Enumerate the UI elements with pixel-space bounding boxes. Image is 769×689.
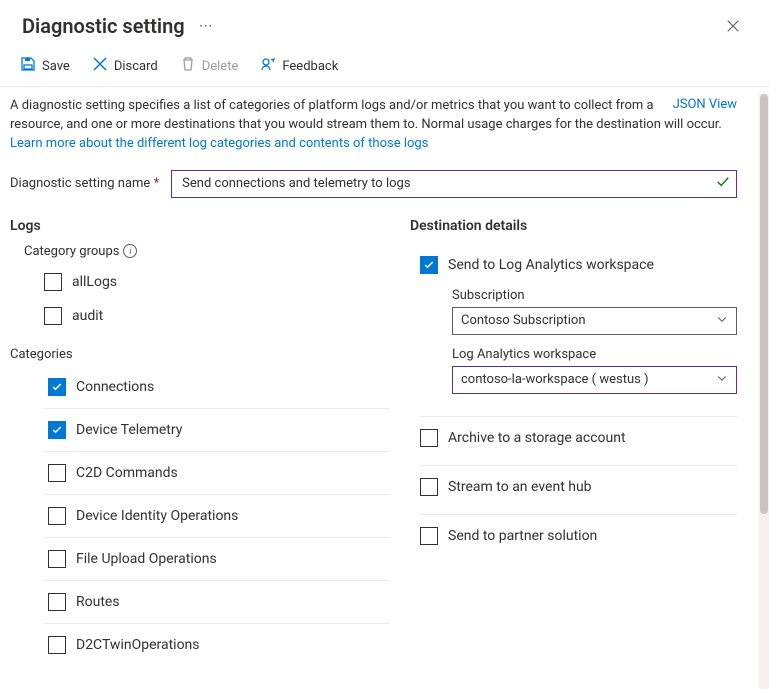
checkbox[interactable] — [48, 636, 66, 654]
scrollbar-thumb[interactable] — [760, 94, 768, 514]
discard-label: Discard — [114, 59, 158, 74]
cat-label: D2CTwinOperations — [76, 637, 200, 653]
category-groups-list: allLogs audit — [44, 265, 390, 333]
cat-file-upload-ops[interactable]: File Upload Operations — [44, 538, 390, 581]
checkbox[interactable] — [48, 464, 66, 482]
toggle-partner[interactable]: Send to partner solution — [420, 519, 737, 553]
subscription-label: Subscription — [452, 288, 737, 303]
setting-name-input-wrap[interactable] — [171, 170, 737, 198]
description-text: A diagnostic setting specifies a list of… — [10, 98, 722, 132]
dest-log-analytics: Send to Log Analytics workspace Subscrip… — [420, 244, 737, 417]
checkbox[interactable] — [48, 421, 66, 439]
save-label: Save — [42, 59, 70, 74]
save-icon — [20, 56, 36, 76]
chevron-down-icon — [716, 372, 728, 388]
checkbox[interactable] — [420, 527, 438, 545]
subscription-select[interactable]: Contoso Subscription — [452, 307, 737, 335]
cat-label: Device Telemetry — [76, 422, 182, 438]
description: A diagnostic setting specifies a list of… — [10, 97, 737, 154]
cat-device-identity-ops[interactable]: Device Identity Operations — [44, 495, 390, 538]
checkbox[interactable] — [420, 256, 438, 274]
toggle-storage[interactable]: Archive to a storage account — [420, 421, 737, 455]
scrollbar[interactable] — [759, 94, 769, 689]
setting-name-label: Diagnostic setting name * — [10, 176, 159, 191]
dest-heading: Destination details — [410, 218, 737, 234]
group-audit[interactable]: audit — [44, 299, 390, 333]
feedback-label: Feedback — [282, 59, 338, 74]
dest-la-label: Send to Log Analytics workspace — [448, 257, 654, 273]
setting-name-input[interactable] — [180, 175, 706, 192]
dest-partner: Send to partner solution — [420, 515, 737, 563]
cat-routes[interactable]: Routes — [44, 581, 390, 624]
dest-storage: Archive to a storage account — [420, 417, 737, 466]
checkbox[interactable] — [48, 507, 66, 525]
dest-partner-label: Send to partner solution — [448, 528, 597, 544]
cat-d2c-twin-ops[interactable]: D2CTwinOperations — [44, 624, 390, 666]
cat-label: File Upload Operations — [76, 551, 217, 567]
cat-label: Connections — [76, 379, 154, 395]
cat-label: Device Identity Operations — [76, 508, 238, 524]
cat-label: C2D Commands — [76, 465, 178, 481]
delete-label: Delete — [202, 59, 239, 74]
valid-check-icon — [716, 175, 730, 193]
cat-c2d-commands[interactable]: C2D Commands — [44, 452, 390, 495]
feedback-icon — [260, 56, 276, 76]
group-label: allLogs — [72, 274, 117, 290]
feedback-button[interactable]: Feedback — [250, 52, 348, 80]
dest-eventhub: Stream to an event hub — [420, 466, 737, 515]
group-alllogs[interactable]: allLogs — [44, 265, 390, 299]
workspace-label: Log Analytics workspace — [452, 347, 737, 362]
discard-button[interactable]: Discard — [82, 52, 168, 80]
save-button[interactable]: Save — [10, 52, 80, 80]
delete-button: Delete — [170, 52, 249, 80]
workspace-value: contoso-la-workspace ( westus ) — [461, 372, 649, 387]
learn-more-link[interactable]: Learn more about the different log categ… — [10, 136, 428, 151]
command-bar: Save Discard Delete Feedback — [0, 46, 769, 87]
dest-eventhub-label: Stream to an event hub — [448, 479, 592, 495]
page-title: Diagnostic setting — [22, 14, 185, 38]
checkbox[interactable] — [48, 550, 66, 568]
dest-storage-label: Archive to a storage account — [448, 430, 626, 446]
toggle-send-la[interactable]: Send to Log Analytics workspace — [420, 248, 737, 282]
checkbox[interactable] — [420, 429, 438, 447]
close-icon — [726, 19, 740, 33]
checkbox[interactable] — [48, 593, 66, 611]
discard-icon — [92, 56, 108, 76]
categories-heading: Categories — [10, 347, 390, 362]
delete-icon — [180, 56, 196, 76]
cat-label: Routes — [76, 594, 120, 610]
workspace-select[interactable]: contoso-la-workspace ( westus ) — [452, 366, 737, 394]
cat-connections[interactable]: Connections — [44, 366, 390, 409]
group-label: audit — [72, 308, 103, 324]
info-icon[interactable]: i — [123, 244, 137, 258]
more-icon[interactable]: ⋯ — [195, 18, 218, 34]
json-view-link[interactable]: JSON View — [673, 97, 737, 112]
checkbox[interactable] — [420, 478, 438, 496]
checkbox[interactable] — [44, 273, 62, 291]
close-button[interactable] — [719, 12, 747, 40]
logs-heading: Logs — [10, 218, 390, 234]
toggle-eventhub[interactable]: Stream to an event hub — [420, 470, 737, 504]
chevron-down-icon — [716, 313, 728, 329]
cat-device-telemetry[interactable]: Device Telemetry — [44, 409, 390, 452]
categories-list: Connections Device Telemetry C2D Command… — [44, 366, 390, 666]
checkbox[interactable] — [48, 378, 66, 396]
category-groups-heading: Category groups i — [24, 244, 390, 259]
checkbox[interactable] — [44, 307, 62, 325]
subscription-value: Contoso Subscription — [461, 313, 586, 328]
